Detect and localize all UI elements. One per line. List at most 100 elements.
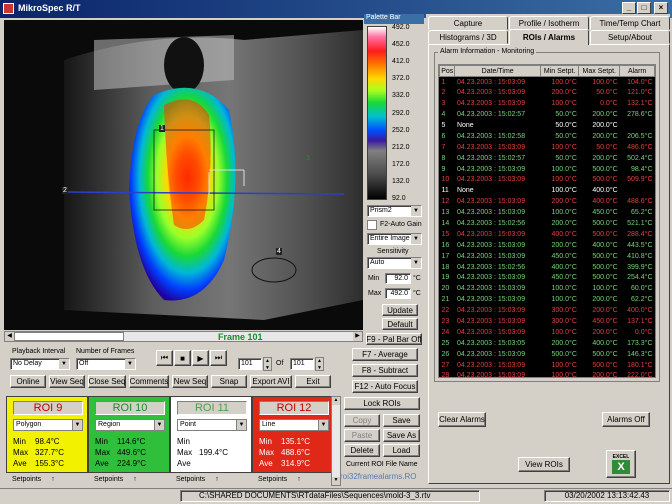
alarm-row[interactable]: 6 04.23.2003 : 15:02:58 50.0°C 200.0°C 206.5… (440, 131, 655, 142)
save-roi-button[interactable]: Save (383, 414, 420, 427)
pal-bar-off-button[interactable]: F9 - Pal Bar Off (366, 333, 422, 345)
alarm-column-header[interactable]: Alarm (619, 65, 655, 77)
first-frame-button[interactable]: ⏮ (156, 350, 173, 366)
subtract-button[interactable]: F8 - Subtract (352, 364, 418, 377)
alarm-column-header[interactable]: Min Setpt. (539, 65, 580, 77)
tab-setup-about[interactable]: Setup/About (590, 30, 670, 44)
alarm-row[interactable]: 9 04.23.2003 : 15:03:09 100.0°C 500.0°C 98.4… (440, 164, 655, 175)
scroll-up-arrow[interactable]: ▲ (332, 397, 340, 405)
scroll-thumb[interactable] (14, 332, 124, 341)
roi-marker-2[interactable]: 2 (62, 187, 68, 194)
alarm-row[interactable]: 19 04.23.2003 : 15:03:09 450.0°C 500.0°C 254… (440, 273, 655, 284)
online-button[interactable]: Online (10, 375, 46, 388)
alarm-row[interactable]: 12 04.23.2003 : 15:03:09 200.0°C 400.0°C 488… (440, 196, 655, 207)
alarm-row[interactable]: 5 None 50.0°C 200.0°C (440, 120, 655, 131)
setpoints-button[interactable]: Setpoints ↑ (88, 474, 170, 485)
alarm-row[interactable]: 8 04.23.2003 : 15:02:57 50.0°C 200.0°C 502.4… (440, 153, 655, 164)
play-button[interactable]: ▶ (192, 350, 209, 366)
roi-type-select[interactable]: Region ▼ (95, 419, 165, 431)
last-frame-button[interactable]: ⏭ (210, 350, 227, 366)
max-input[interactable]: 492.0 (385, 288, 411, 299)
roi-marker-4[interactable]: 4 (276, 248, 282, 255)
close-seq-button[interactable]: Close Seq (88, 375, 126, 388)
alarm-row[interactable]: 28 04.23.2003 : 15:03:09 100.0°C 200.0°C 222… (440, 371, 655, 377)
frame-current-input[interactable]: 101 (238, 358, 262, 370)
stop-button[interactable]: ■ (174, 350, 191, 366)
paste-button[interactable]: Paste (344, 429, 380, 442)
alarm-row[interactable]: 18 04.23.2003 : 15:02:56 400.0°C 500.0°C 399… (440, 262, 655, 273)
alarm-row[interactable]: 14 04.23.2003 : 15:02:56 200.0°C 500.0°C 521… (440, 218, 655, 229)
alarm-row[interactable]: 2 04.23.2003 : 15:03:09 200.0°C 50.0°C 121.0… (440, 87, 655, 98)
export-avi-button[interactable]: Export AVI (250, 375, 292, 388)
snap-button[interactable]: Snap (211, 375, 247, 388)
tab-histograms-3d[interactable]: Histograms / 3D (428, 30, 508, 44)
alarm-row[interactable]: 7 04.23.2003 : 15:03:09 100.0°C 50.0°C 486.6… (440, 142, 655, 153)
min-input[interactable]: 92.0 (385, 273, 411, 284)
alarm-row[interactable]: 13 04.23.2003 : 15:03:09 100.0°C 450.0°C 65.… (440, 207, 655, 218)
alarm-row[interactable]: 21 04.23.2003 : 15:03:09 100.0°C 200.0°C 62.… (440, 294, 655, 305)
alarm-row[interactable]: 25 04.23.2003 : 15:03:05 200.0°C 400.0°C 173… (440, 338, 655, 349)
view-rois-button[interactable]: View ROIs (518, 457, 570, 472)
frames-select[interactable]: Off ▼ (76, 358, 136, 370)
alarm-row[interactable]: 10 04.23.2003 : 15:03:09 100.0°C 500.0°C 509… (440, 175, 655, 186)
alarm-row[interactable]: 20 04.23.2003 : 15:03:09 100.0°C 100.0°C 60.… (440, 283, 655, 294)
exit-button[interactable]: Exit (295, 375, 331, 388)
image-scrollbar[interactable]: ◀ ▶ (4, 331, 363, 342)
roi-marker-1[interactable]: 1 (159, 125, 165, 132)
minimize-button[interactable]: _ (622, 2, 636, 14)
tab-capture[interactable]: Capture (428, 16, 508, 30)
default-button[interactable]: Default (382, 318, 418, 330)
alarm-column-header[interactable]: Pos (439, 65, 456, 77)
roi-type-select[interactable]: Line ▼ (259, 419, 329, 431)
alarm-row[interactable]: 26 04.23.2003 : 15:03:09 500.0°C 500.0°C 146… (440, 349, 655, 360)
setpoints-button[interactable]: Setpoints ↑ (170, 474, 252, 485)
roi-panel[interactable]: ROI 11 Point ▼ Min Max 199.4°C Ave (170, 396, 252, 473)
excel-button[interactable]: EXCEL X (606, 450, 636, 478)
roi-type-select[interactable]: Point ▼ (177, 419, 247, 431)
setpoints-button[interactable]: Setpoints ↑ (6, 474, 88, 485)
average-button[interactable]: F7 - Average (352, 348, 418, 361)
frame-total-input[interactable]: 101 (290, 358, 314, 370)
alarm-row[interactable]: 16 04.23.2003 : 15:03:09 200.0°C 400.0°C 443… (440, 240, 655, 251)
roi-panel[interactable]: ROI 9 Polygon ▼ Min 98.4°C Max 327.7°C Ave 155.3… (6, 396, 88, 473)
save-as-button[interactable]: Save As (383, 429, 420, 442)
close-button[interactable]: × (654, 2, 668, 14)
roi-type-select[interactable]: Polygon ▼ (13, 419, 83, 431)
lock-rois-button[interactable]: Lock ROIs (344, 397, 420, 410)
alarm-column-header[interactable]: Max Setpt. (578, 65, 621, 77)
sensitivity-select[interactable]: Auto ▼ (367, 257, 422, 269)
alarm-column-header[interactable]: Date/Time (454, 65, 541, 77)
delete-button[interactable]: Delete (344, 444, 380, 457)
view-seq-button[interactable]: View Seq (49, 375, 85, 388)
frame-total-spinner[interactable]: ▲ ▼ (315, 357, 324, 371)
roi-marker-3[interactable]: 3 (305, 155, 311, 162)
auto-focus-button[interactable]: F12 - Auto Focus (352, 380, 418, 393)
frame-current-spinner[interactable]: ▲ ▼ (263, 357, 272, 371)
scroll-left-arrow[interactable]: ◀ (5, 332, 14, 341)
alarms-off-button[interactable]: Alarms Off (602, 412, 650, 427)
update-button[interactable]: Update (382, 304, 418, 316)
thermal-image[interactable]: 1 2 3 4 (4, 20, 363, 330)
maximize-button[interactable]: □ (637, 2, 651, 14)
roi-panel[interactable]: ROI 10 Region ▼ Min 114.6°C Max 449.6°C Ave 224.… (88, 396, 170, 473)
tab-rois-alarms[interactable]: ROIs / Alarms (509, 29, 589, 45)
setpoints-button[interactable]: Setpoints ↑ (252, 474, 334, 485)
scroll-down-arrow[interactable]: ▼ (332, 477, 340, 485)
load-button[interactable]: Load (383, 444, 420, 457)
roi-panel[interactable]: ROI 12 Line ▼ Min 135.1°C Max 488.6°C Ave 314.9°… (252, 396, 334, 473)
new-seq-button[interactable]: New Seq (172, 375, 208, 388)
alarm-row[interactable]: 24 04.23.2003 : 15:03:09 100.0°C 200.0°C 0.0… (440, 327, 655, 338)
alarm-row[interactable]: 17 04.23.2003 : 15:03:09 450.0°C 500.0°C 410… (440, 251, 655, 262)
playback-interval-select[interactable]: No Delay ▼ (10, 358, 70, 370)
palette-select[interactable]: Prism2 ▼ (367, 205, 422, 217)
alarm-row[interactable]: 23 04.23.2003 : 15:03:09 300.0°C 450.0°C 137… (440, 316, 655, 327)
alarm-row[interactable]: 27 04.23.2003 : 15:03:09 100.0°C 500.0°C 180… (440, 360, 655, 371)
tab-profile-isotherm[interactable]: Profile / Isotherm (509, 16, 589, 30)
auto-gain-checkbox[interactable] (367, 220, 377, 230)
alarm-row[interactable]: 11 None 100.0°C 400.0°C (440, 185, 655, 196)
alarm-row[interactable]: 22 04.23.2003 : 15:03:09 300.0°C 200.0°C 400… (440, 305, 655, 316)
alarm-row[interactable]: 1 04.23.2003 : 15:03:09 100.0°C 100.0°C 104.… (440, 77, 655, 88)
alarm-row[interactable]: 4 04.23.2003 : 15:02:57 50.0°C 200.0°C 278.6… (440, 109, 655, 120)
copy-button[interactable]: Copy (344, 414, 380, 427)
range-select[interactable]: Entire Image ▼ (367, 233, 422, 245)
